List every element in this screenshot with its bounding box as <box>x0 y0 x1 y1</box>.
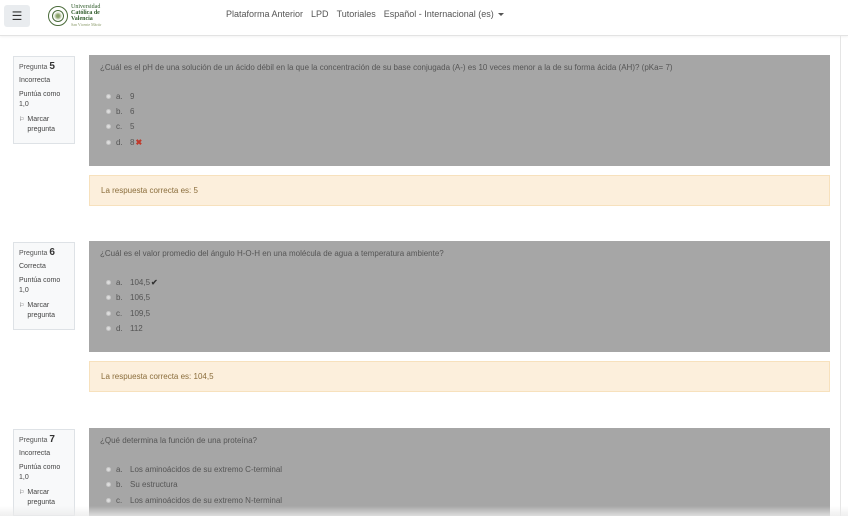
answer-option[interactable]: d. 8 ✖ <box>106 138 142 147</box>
flag-question-button[interactable]: ⚐ Marcar pregunta <box>19 301 70 321</box>
question-number: Pregunta 6 <box>19 247 55 258</box>
radio-button[interactable] <box>106 498 111 503</box>
radio-button[interactable] <box>106 467 111 472</box>
radio-button[interactable] <box>106 295 111 300</box>
language-dropdown[interactable]: Español - Internacional (es) <box>384 9 504 19</box>
question-info-6: Pregunta 6 Correcta Puntúa como 1,0 ⚐ Marc… <box>13 242 75 330</box>
answer-option[interactable]: d. 112 <box>106 324 143 333</box>
answer-option[interactable]: c. 5 <box>106 122 134 131</box>
caret-down-icon <box>497 12 504 16</box>
question-content-5: ¿Cuál es el pH de una solución de un áci… <box>89 55 830 166</box>
question-text: ¿Cuál es el pH de una solución de un áci… <box>100 63 673 72</box>
question-grade: Puntúa como 1,0 <box>19 277 61 294</box>
nav-link-lpd[interactable]: LPD <box>311 9 329 19</box>
answer-option[interactable]: c. Los aminoácidos de su extremo N-termin… <box>106 496 282 505</box>
radio-button[interactable] <box>106 109 111 114</box>
radio-button[interactable] <box>106 124 111 129</box>
flag-icon: ⚐ <box>19 303 25 309</box>
question-info-7: Pregunta 7 Incorrecta Puntúa como 1,0 ⚐ Ma… <box>13 429 75 516</box>
question-state: Incorrecta <box>19 77 51 84</box>
answer-option[interactable]: b. Su estructura <box>106 480 178 489</box>
correct-answer-feedback: La respuesta correcta es: 104,5 <box>89 361 830 392</box>
radio-button[interactable] <box>106 482 111 487</box>
answer-option[interactable]: c. 109,5 <box>106 309 150 318</box>
answer-option[interactable]: b. 6 <box>106 107 134 116</box>
correct-check-icon: ✔ <box>151 278 158 287</box>
top-navbar: ☰ Universidad Católica de Valencia San V… <box>0 0 848 36</box>
question-number: Pregunta 5 <box>19 61 55 72</box>
flag-question-button[interactable]: ⚐ Marcar pregunta <box>19 488 70 508</box>
flag-question-button[interactable]: ⚐ Marcar pregunta <box>19 115 70 135</box>
answer-option[interactable]: b. 106,5 <box>106 293 150 302</box>
question-text: ¿Qué determina la función de una proteín… <box>100 436 257 445</box>
flag-icon: ⚐ <box>19 490 25 496</box>
page-edge-divider <box>840 36 841 516</box>
question-content-7: ¿Qué determina la función de una proteín… <box>89 428 830 516</box>
question-grade: Puntúa como 1,0 <box>19 464 61 481</box>
radio-button[interactable] <box>106 94 111 99</box>
radio-button[interactable] <box>106 311 111 316</box>
logo-line-4: San Vicente Mártir <box>71 22 102 27</box>
radio-button[interactable] <box>106 326 111 331</box>
nav-link-tutoriales[interactable]: Tutoriales <box>337 9 376 19</box>
question-text: ¿Cuál es el valor promedio del ángulo H-… <box>100 249 444 258</box>
answer-option[interactable]: a. 104,5 ✔ <box>106 278 158 287</box>
university-seal-icon <box>48 6 68 26</box>
bottom-fade <box>0 506 848 516</box>
question-state: Incorrecta <box>19 450 51 457</box>
language-label: Español - Internacional (es) <box>383 9 494 19</box>
question-state: Correcta <box>19 263 46 270</box>
question-grade: Puntúa como 1,0 <box>19 91 61 108</box>
question-info-5: Pregunta 5 Incorrecta Puntúa como 1,0 ⚐ Ma… <box>13 56 75 144</box>
flag-icon: ⚐ <box>19 117 25 123</box>
radio-button[interactable] <box>106 280 111 285</box>
question-number: Pregunta 7 <box>19 434 55 445</box>
answer-option[interactable]: a. Los aminoácidos de su extremo C-termin… <box>106 465 282 474</box>
nav-links: Plataforma Anterior LPD Tutoriales Españ… <box>226 9 504 19</box>
question-content-6: ¿Cuál es el valor promedio del ángulo H-… <box>89 241 830 352</box>
correct-answer-feedback: La respuesta correcta es: 5 <box>89 175 830 206</box>
incorrect-icon: ✖ <box>135 138 143 147</box>
menu-toggle-button[interactable]: ☰ <box>4 5 30 27</box>
answer-option[interactable]: a. 9 <box>106 92 134 101</box>
nav-link-plataforma-anterior[interactable]: Plataforma Anterior <box>226 9 303 19</box>
hamburger-icon: ☰ <box>11 9 23 23</box>
university-logo[interactable]: Universidad Católica de Valencia San Vic… <box>48 4 101 28</box>
radio-button[interactable] <box>106 140 111 145</box>
